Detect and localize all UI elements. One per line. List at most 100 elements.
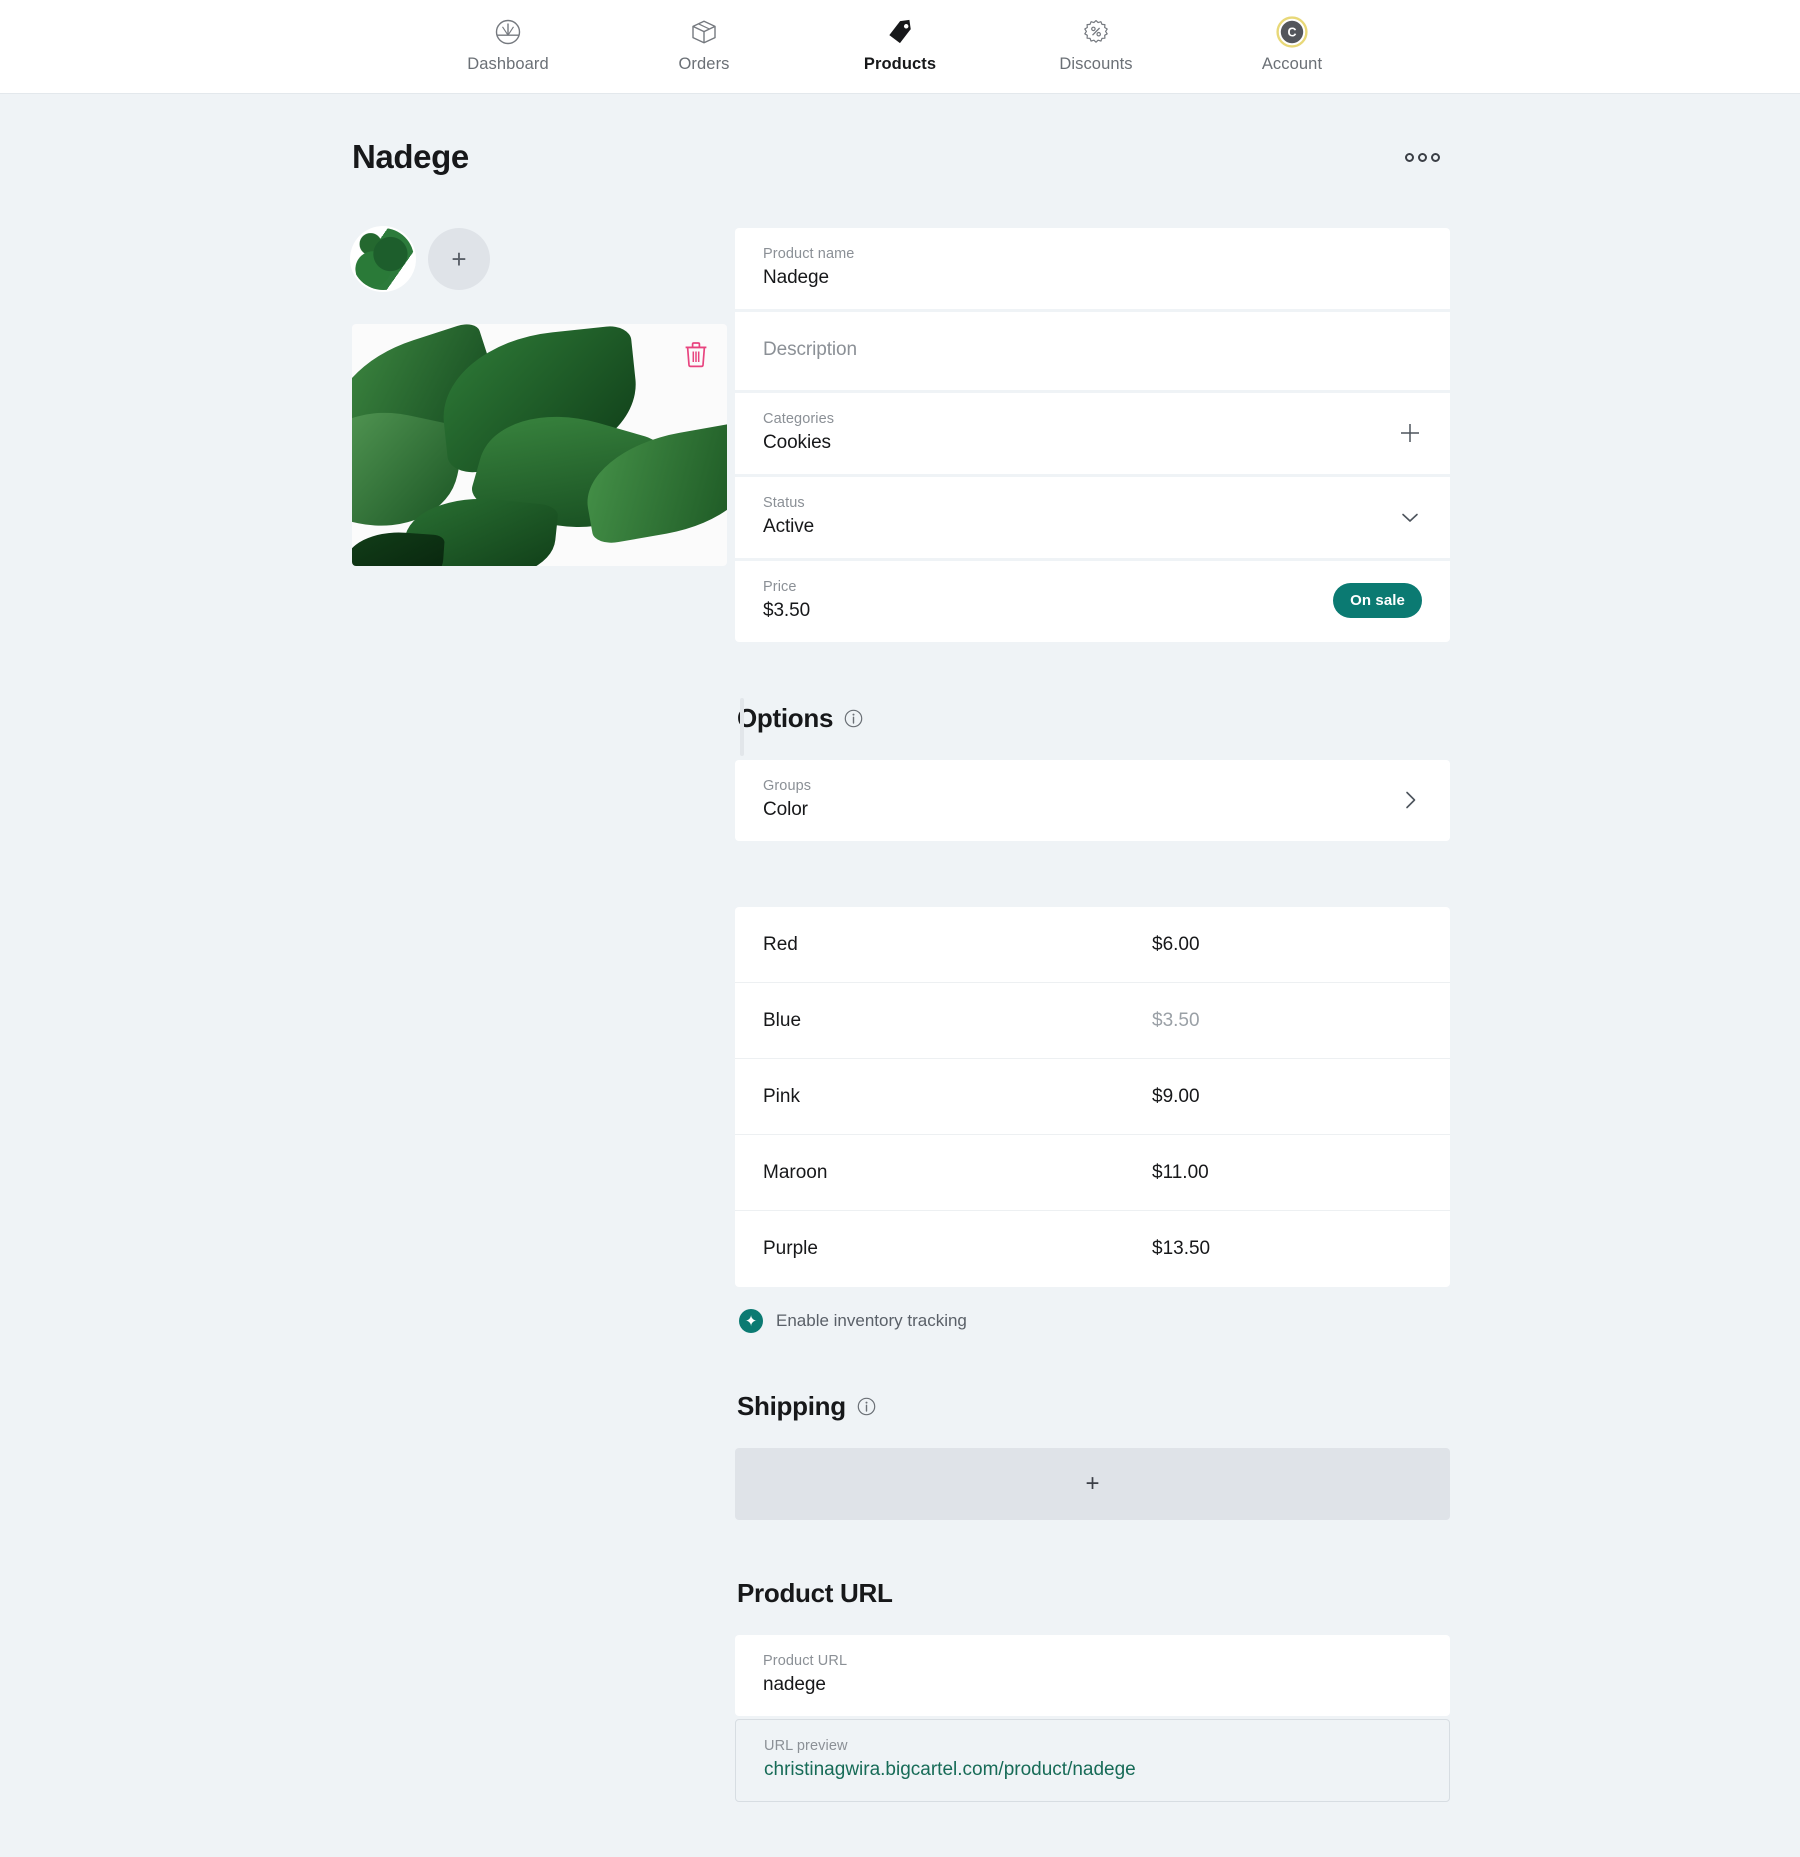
nav-label-products: Products: [863, 55, 937, 73]
svg-text:C: C: [1287, 25, 1296, 39]
plus-icon: [1401, 423, 1419, 442]
product-name-label: Product name: [763, 246, 855, 262]
nav-item-orders[interactable]: Orders: [648, 15, 760, 74]
table-row[interactable]: Maroon $11.00: [735, 1135, 1450, 1211]
product-name-value: Nadege: [763, 267, 829, 288]
description-placeholder: Description: [763, 339, 857, 360]
menu-dot: [1405, 152, 1414, 162]
overflow-menu-button[interactable]: [1397, 145, 1448, 170]
categories-value: Cookies: [763, 432, 831, 453]
product-media-column: +: [350, 228, 727, 566]
option-groups-label: Groups: [763, 778, 812, 794]
status-dropdown-button[interactable]: [1398, 505, 1422, 529]
categories-field[interactable]: Categories Cookies: [735, 393, 1450, 474]
add-category-button[interactable]: [1398, 421, 1422, 445]
delete-image-button[interactable]: [683, 340, 709, 368]
plus-icon: +: [451, 244, 467, 274]
chevron-right-icon: [1406, 791, 1416, 808]
leaf-photo: [352, 324, 727, 566]
variant-price: $9.00: [1152, 1085, 1200, 1107]
avatar-icon: C: [1276, 15, 1308, 49]
inventory-tracking-label: Enable inventory tracking: [776, 1311, 967, 1330]
product-edit-page: Nadege + Product name Nadege Description…: [350, 94, 1450, 1842]
nav-item-account[interactable]: C Account: [1236, 15, 1348, 74]
status-value: Active: [763, 516, 815, 537]
checked-star-icon: ✦: [739, 1309, 763, 1333]
options-section-header: Options: [735, 703, 1450, 734]
add-image-button[interactable]: +: [428, 228, 490, 290]
page-header: Nadege: [350, 138, 1450, 176]
description-field[interactable]: Description: [735, 312, 1450, 390]
product-url-value: nadege: [763, 1674, 826, 1695]
price-label: Price: [763, 579, 797, 595]
add-shipping-button[interactable]: +: [735, 1448, 1450, 1520]
scroll-rail[interactable]: [740, 698, 744, 756]
url-preview-link[interactable]: christinagwira.bigcartel.com/product/nad…: [764, 1759, 1421, 1781]
url-preview-label: URL preview: [764, 1738, 848, 1754]
product-url-label: Product URL: [763, 1653, 848, 1669]
product-url-title: Product URL: [737, 1578, 893, 1608]
shipping-section-header: Shipping: [735, 1391, 1450, 1422]
url-preview-card: URL preview christinagwira.bigcartel.com…: [735, 1719, 1450, 1802]
nav-label-dashboard: Dashboard: [467, 55, 549, 73]
status-text: Status Active: [763, 495, 814, 538]
nav-item-discounts[interactable]: Discounts: [1040, 15, 1152, 74]
option-groups-card: Groups Color: [735, 760, 1450, 841]
categories-label: Categories: [763, 411, 835, 427]
product-url-section-header: Product URL: [735, 1578, 1450, 1609]
variant-name: Blue: [763, 1009, 802, 1031]
nav-item-dashboard[interactable]: Dashboard: [452, 15, 564, 74]
option-variants-table: Red $6.00 Blue $3.50 Pink $9.00 Maroon $…: [735, 907, 1450, 1287]
menu-dot: [1418, 152, 1427, 162]
table-row[interactable]: Pink $9.00: [735, 1059, 1450, 1135]
percent-badge-icon: [1081, 15, 1111, 49]
leaf-thumbnail-art: [352, 228, 414, 290]
table-row[interactable]: Blue $3.50: [735, 983, 1450, 1059]
plus-icon: +: [1085, 1470, 1100, 1497]
trash-icon: [685, 342, 707, 368]
chevron-down-icon: [1402, 513, 1418, 522]
variant-price: $13.50: [1152, 1238, 1211, 1259]
table-row[interactable]: Red $6.00: [735, 907, 1450, 983]
top-navigation: Dashboard Orders Products Discounts C Ac…: [0, 0, 1800, 94]
on-sale-badge[interactable]: On sale: [1333, 583, 1422, 618]
status-field[interactable]: Status Active: [735, 477, 1450, 558]
price-text: Price $3.50: [763, 579, 810, 622]
variant-name: Maroon: [763, 1161, 828, 1183]
product-hero-image[interactable]: [352, 324, 727, 566]
nav-label-discounts: Discounts: [1059, 55, 1133, 73]
gauge-icon: [493, 15, 523, 49]
table-row[interactable]: Purple $13.50: [735, 1211, 1450, 1287]
product-name-field[interactable]: Product name Nadege: [735, 228, 1450, 309]
price-field[interactable]: Price $3.50 On sale: [735, 561, 1450, 642]
nav-label-orders: Orders: [678, 55, 730, 73]
box-icon: [689, 15, 719, 49]
option-groups-text: Groups Color: [763, 778, 811, 821]
variant-price: $3.50: [1152, 1009, 1200, 1031]
shipping-info-icon[interactable]: [857, 1397, 876, 1416]
price-value: $3.50: [763, 600, 811, 621]
variant-price: $6.00: [1152, 933, 1200, 955]
variant-name: Pink: [763, 1085, 800, 1107]
tag-icon: [885, 15, 915, 49]
product-name-text: Product name Nadege: [763, 246, 854, 289]
description-text: Description: [763, 339, 857, 361]
options-info-icon[interactable]: [844, 709, 863, 728]
variant-name: Red: [763, 933, 798, 955]
option-groups-value: Color: [763, 799, 808, 820]
nav-item-products[interactable]: Products: [844, 15, 956, 74]
page-columns: + Product name Nadege Description Catego…: [350, 228, 1450, 1842]
product-url-field[interactable]: Product URL nadege: [735, 1635, 1450, 1716]
inventory-tracking-toggle[interactable]: ✦ Enable inventory tracking: [735, 1309, 1450, 1333]
option-groups-chevron-button[interactable]: [1398, 788, 1422, 812]
product-form-column: Product name Nadege Description Categori…: [735, 228, 1450, 1842]
options-title: Options: [737, 703, 834, 733]
image-thumbnail[interactable]: [352, 228, 414, 290]
option-groups-field[interactable]: Groups Color: [735, 760, 1450, 841]
menu-dot: [1431, 152, 1440, 162]
